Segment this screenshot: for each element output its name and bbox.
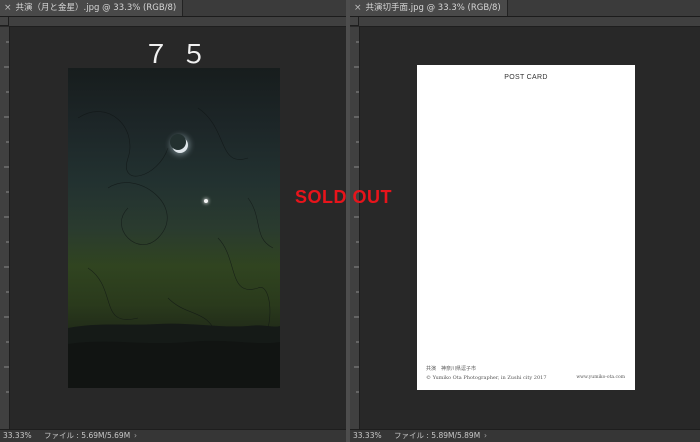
edition-number: ７５ (143, 40, 220, 70)
left-document-tab-title: 共演（月と金星）.jpg @ 33.3% (RGB/8) (15, 3, 177, 13)
sold-out-label: SOLD OUT (295, 187, 392, 207)
left-status-bar: 33.33% ファイル : 5.69M/5.69M › (0, 429, 346, 442)
postcard-website: www.yumiko-ota.com (576, 375, 625, 380)
ruler-corner[interactable] (0, 17, 9, 26)
status-arrow-icon[interactable]: › (134, 430, 137, 442)
left-zoom-level[interactable]: 33.33% (3, 430, 32, 442)
postcard-copyright: © Yumiko Ota Photographer, in Zushi city… (426, 375, 547, 381)
close-icon[interactable]: × (4, 0, 12, 16)
left-file-info: ファイル : 5.69M/5.69M (44, 431, 131, 440)
vertical-ruler-ticks (354, 41, 359, 393)
venus-star (204, 199, 208, 203)
hill-silhouette (68, 323, 280, 388)
vertical-ruler[interactable] (350, 27, 360, 430)
horizontal-ruler[interactable] (359, 17, 700, 32)
close-icon[interactable]: × (354, 0, 362, 16)
right-status-bar: 33.33% ファイル : 5.89M/5.89M › (350, 429, 700, 442)
postcard-title: POST CARD (504, 74, 548, 81)
left-tab-bar: × 共演（月と金星）.jpg @ 33.3% (RGB/8) (0, 0, 346, 17)
left-document-tab[interactable]: × 共演（月と金星）.jpg @ 33.3% (RGB/8) (0, 0, 184, 16)
ruler-corner[interactable] (350, 17, 359, 26)
vertical-ruler-ticks (4, 41, 9, 393)
vertical-ruler[interactable] (0, 27, 10, 430)
postcard-location-credit: 共演 神奈川県逗子市 (426, 366, 477, 372)
right-zoom-level[interactable]: 33.33% (353, 430, 382, 442)
horizontal-ruler[interactable] (9, 17, 346, 32)
right-file-info: ファイル : 5.89M/5.89M (394, 431, 481, 440)
right-document-tab[interactable]: × 共演切手面.jpg @ 33.3% (RGB/8) (350, 0, 508, 16)
right-document-tab-title: 共演切手面.jpg @ 33.3% (RGB/8) (365, 3, 501, 13)
postcard-back: POST CARD 共演 神奈川県逗子市 © Yumiko Ota Photog… (417, 65, 635, 390)
status-arrow-icon[interactable]: › (484, 430, 487, 442)
right-tab-bar: × 共演切手面.jpg @ 33.3% (RGB/8) (350, 0, 700, 17)
moon-shadow (170, 134, 186, 150)
